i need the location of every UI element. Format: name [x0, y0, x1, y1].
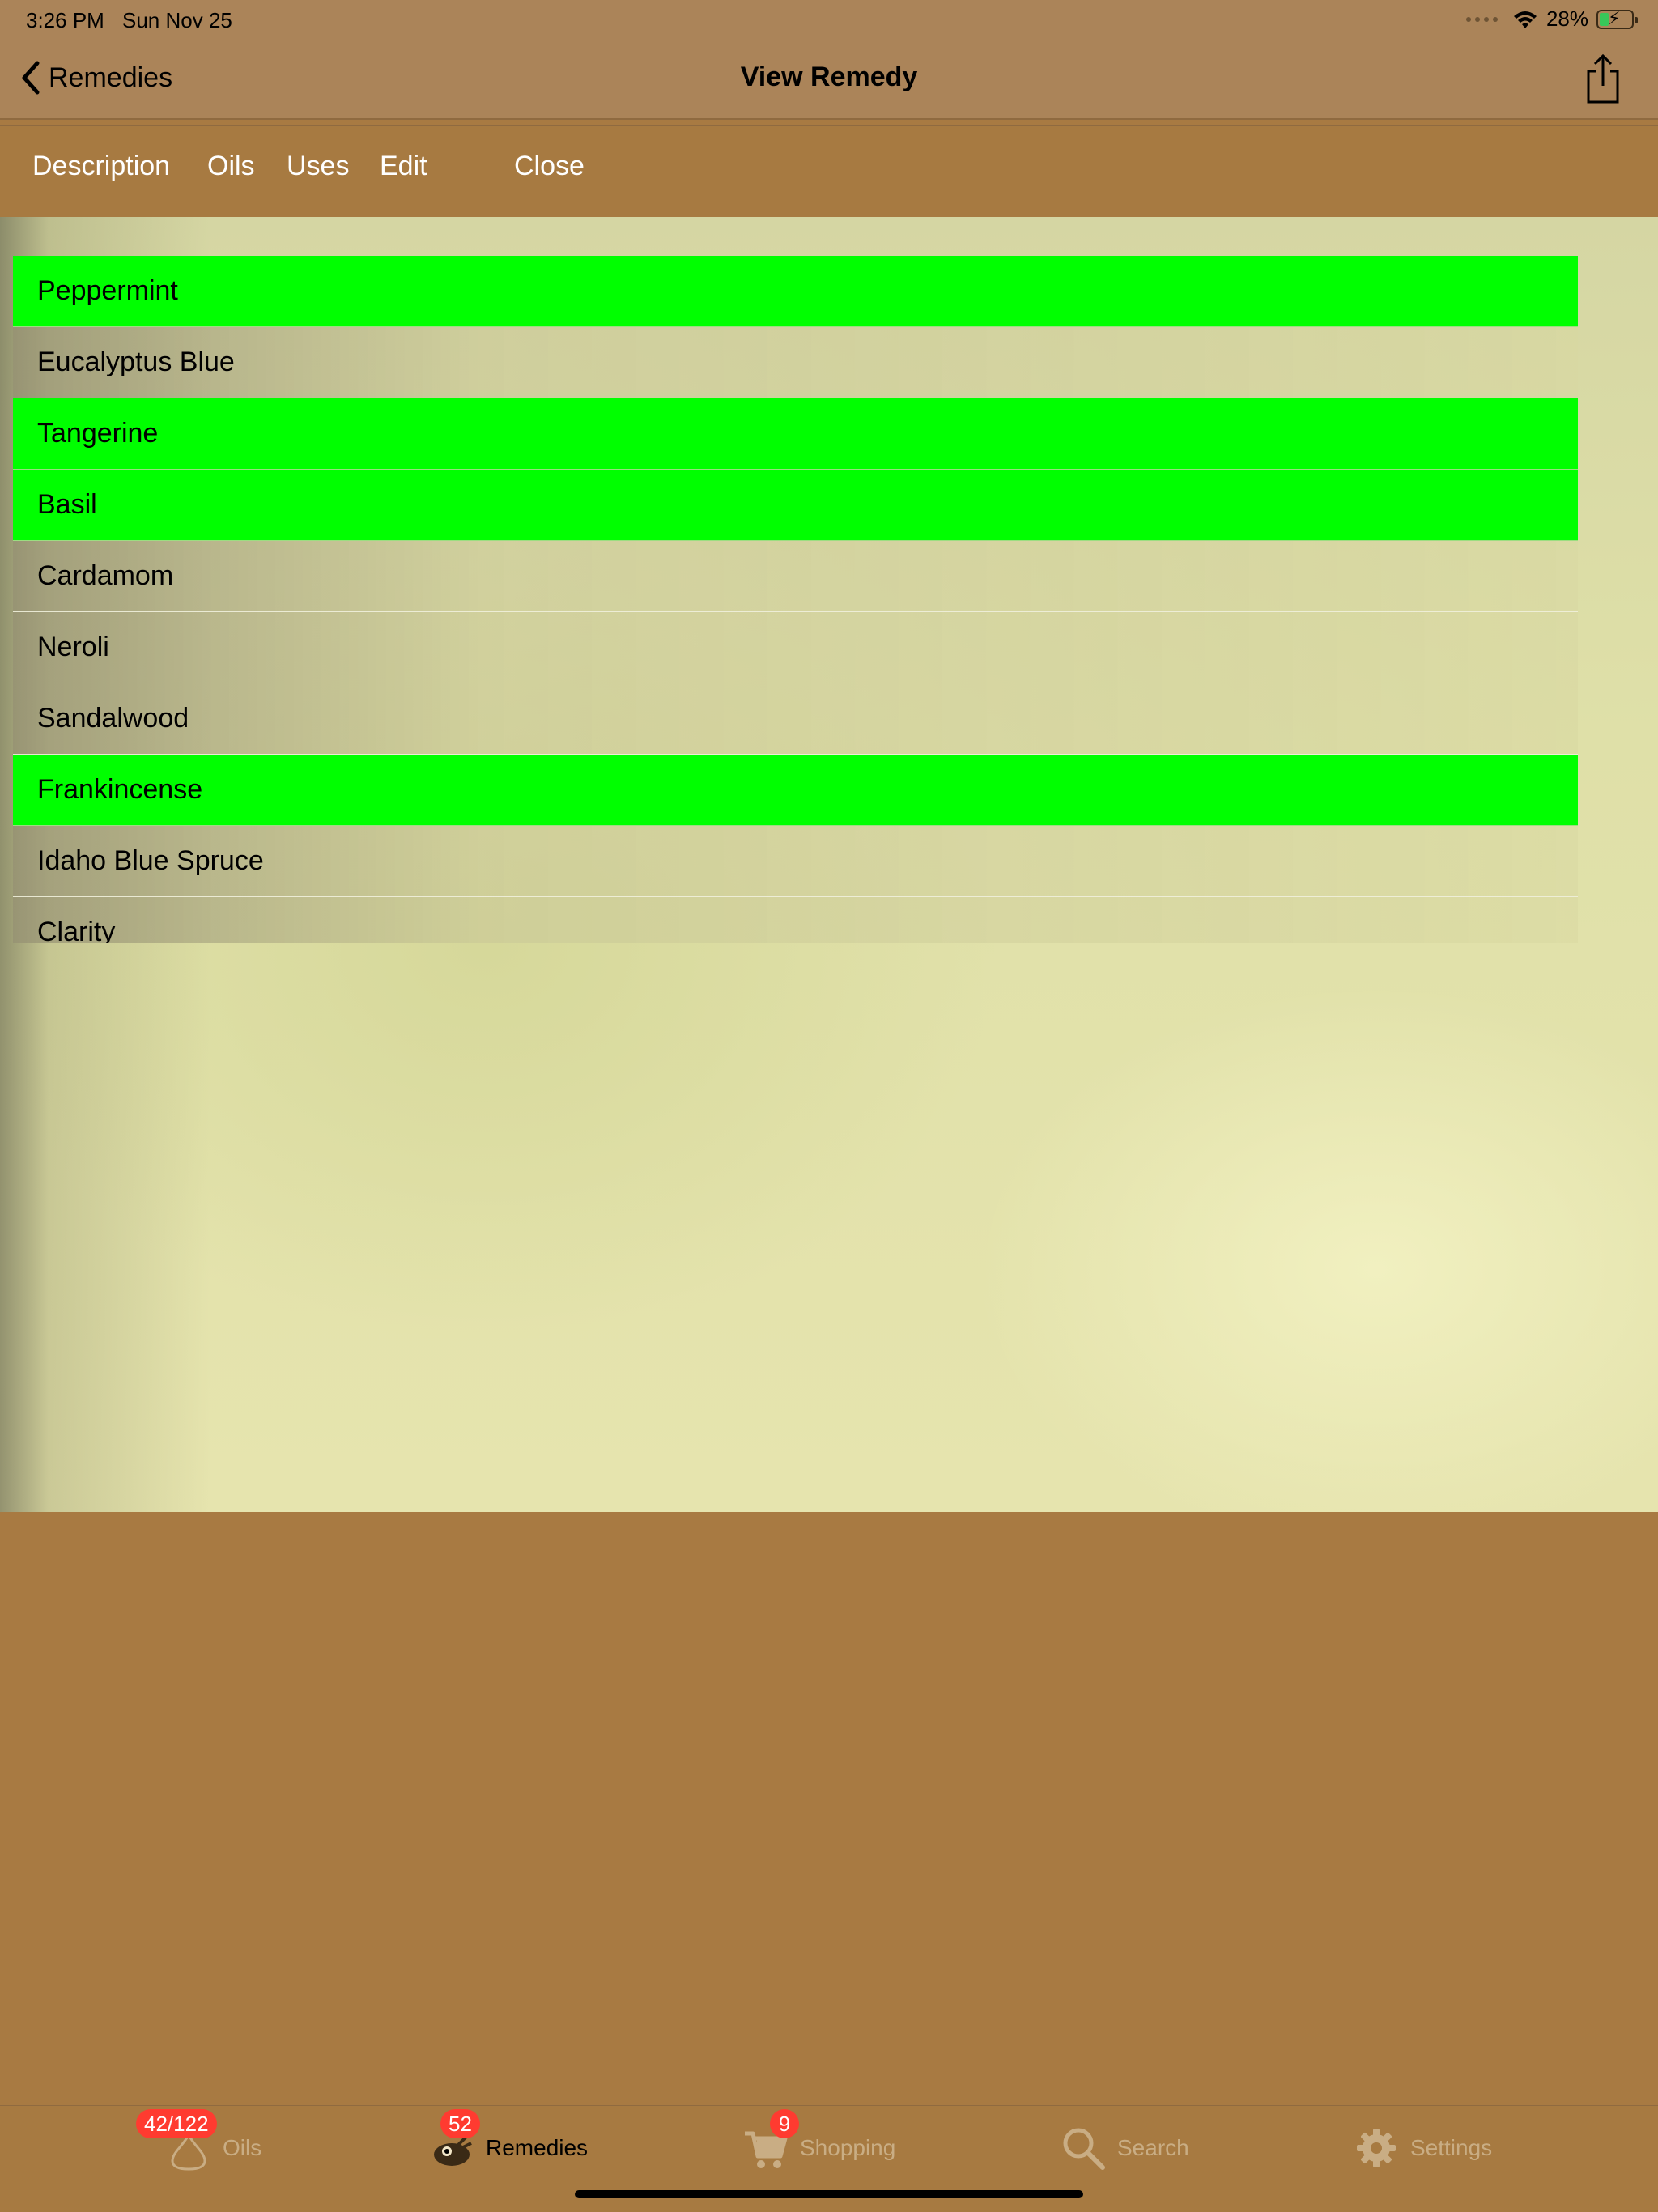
remedies-count-badge: 52 — [440, 2109, 480, 2138]
oil-row[interactable]: Clarity — [13, 897, 1578, 943]
oil-name: Neroli — [37, 632, 109, 662]
signal-dots-icon — [1465, 16, 1498, 22]
status-date: Sun Nov 25 — [122, 8, 232, 32]
oil-name: Basil — [37, 489, 97, 520]
status-time: 3:26 PM — [26, 8, 104, 32]
navigation-bar: Remedies View Remedy — [0, 37, 1658, 120]
oil-row[interactable]: Eucalyptus Blue — [13, 327, 1578, 398]
oil-name: Peppermint — [37, 275, 178, 306]
oil-name: Cardamom — [37, 560, 174, 591]
tab-bar-item-shopping[interactable]: Shopping — [743, 2124, 895, 2172]
oil-name: Eucalyptus Blue — [37, 347, 235, 377]
status-bar: 3:26 PM Sun Nov 25 28% ⚡ — [0, 0, 1658, 37]
tab-label-settings: Settings — [1410, 2135, 1493, 2160]
tab-description[interactable]: Description — [32, 151, 170, 182]
tab-oils[interactable]: Oils — [207, 151, 255, 182]
wifi-icon — [1513, 11, 1537, 28]
tab-label-remedies: Remedies — [486, 2135, 589, 2160]
oil-name: Clarity — [37, 917, 116, 943]
battery-percent: 28% — [1545, 6, 1588, 31]
tab-edit[interactable]: Edit — [380, 151, 427, 182]
share-icon[interactable] — [1584, 53, 1622, 105]
oil-row[interactable]: Sandalwood — [13, 683, 1578, 755]
oil-row[interactable]: Neroli — [13, 612, 1578, 683]
tab-bar-item-settings[interactable]: Settings — [1354, 2124, 1492, 2172]
oil-name: Sandalwood — [37, 703, 189, 734]
oils-count-badge: 42/122 — [136, 2109, 217, 2138]
oil-row[interactable]: Basil — [13, 470, 1578, 541]
gear-icon — [1357, 2129, 1396, 2167]
oil-name: Idaho Blue Spruce — [37, 845, 264, 876]
search-icon — [1063, 2128, 1105, 2170]
oil-name: Frankincense — [37, 774, 203, 805]
tab-label-search: Search — [1117, 2135, 1189, 2160]
tab-bar-item-search[interactable]: Search — [1061, 2124, 1189, 2172]
status-indicators: 28% ⚡ — [1465, 6, 1638, 32]
oil-row[interactable]: Tangerine — [13, 398, 1578, 470]
home-indicator — [575, 2190, 1083, 2198]
oil-row[interactable]: Cardamom — [13, 541, 1578, 612]
segment-toolbar: Description Oils Uses Edit Close — [0, 126, 1658, 217]
battery-charging-icon: ⚡ — [1596, 9, 1638, 29]
tab-label-oils: Oils — [223, 2135, 262, 2160]
close-button[interactable]: Close — [514, 151, 585, 182]
page-title: View Remedy — [740, 62, 918, 92]
oil-row[interactable]: Peppermint — [13, 256, 1578, 327]
oil-list: Peppermint Eucalyptus Blue Tangerine Basil C… — [13, 256, 1578, 943]
oil-row[interactable]: Idaho Blue Spruce — [13, 826, 1578, 897]
tab-label-shopping: Shopping — [800, 2135, 896, 2160]
oil-row[interactable]: Frankincense — [13, 755, 1578, 826]
shopping-count-badge: 9 — [770, 2109, 799, 2138]
tab-uses[interactable]: Uses — [287, 151, 349, 182]
oil-name: Tangerine — [37, 418, 159, 449]
